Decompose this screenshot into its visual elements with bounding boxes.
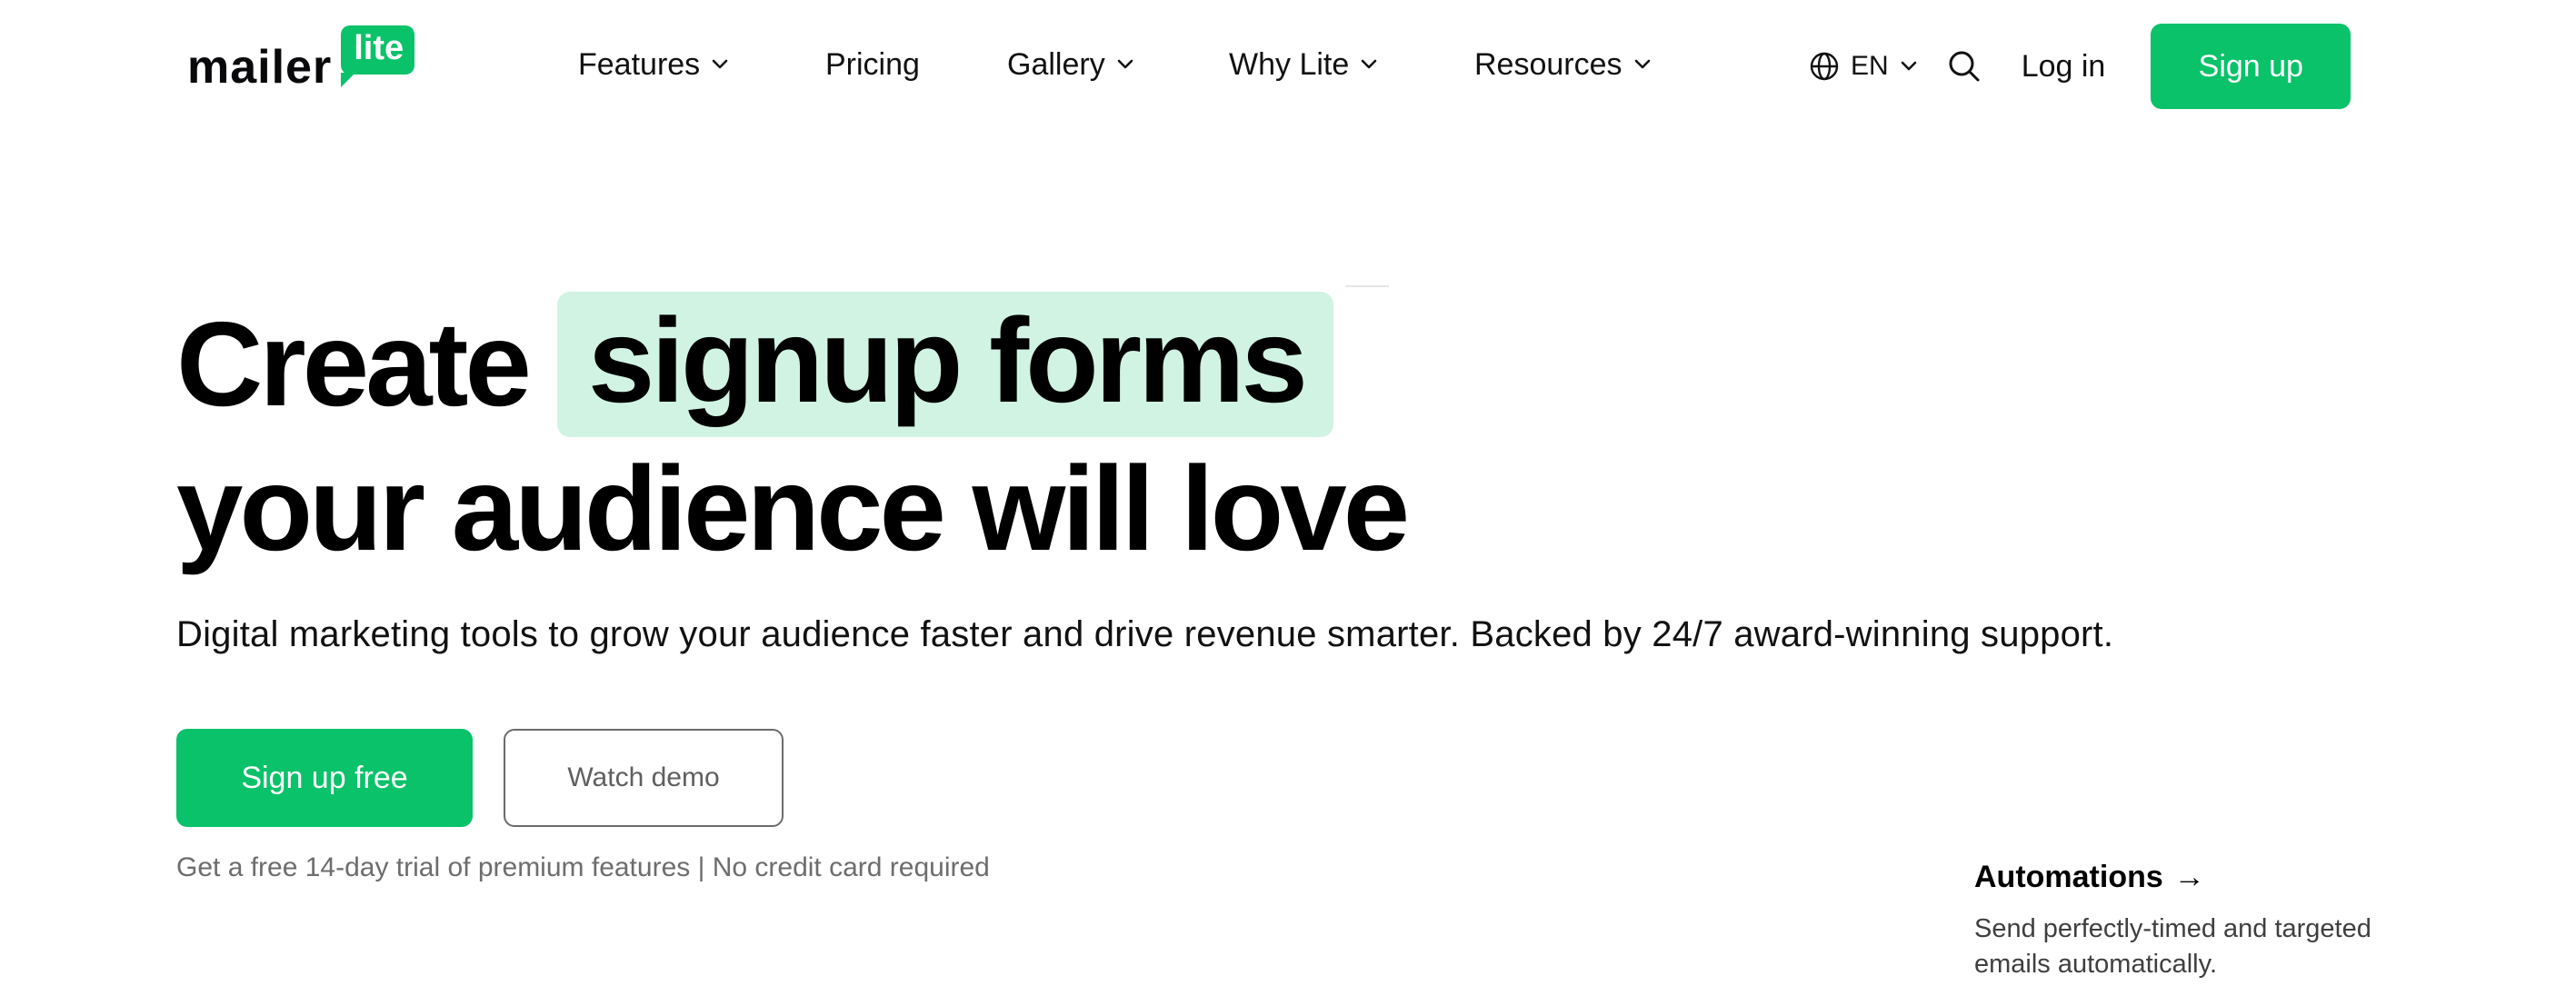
nav-item-label: Resources	[1474, 46, 1622, 82]
search-icon[interactable]	[1947, 49, 1982, 84]
logo-badge: lite	[341, 25, 415, 87]
hero-headline-highlight: signup forms	[556, 292, 1333, 437]
signup-button[interactable]: Sign up	[2151, 24, 2351, 109]
watch-demo-button[interactable]: Watch demo	[504, 729, 784, 827]
chevron-down-icon	[1633, 58, 1652, 71]
feature-card-automations: Automations → Send perfectly-timed and t…	[1974, 860, 2411, 982]
sign-up-free-button[interactable]: Sign up free	[176, 729, 473, 827]
logo-wordmark: mailer	[187, 41, 333, 94]
hero-headline-prefix: Create	[176, 297, 532, 431]
arrow-right-icon: →	[2173, 860, 2205, 894]
nav-item-label: Pricing	[825, 46, 920, 82]
nav-item-label: Gallery	[1007, 46, 1105, 82]
hero-headline-line2: your audience will love	[176, 442, 1410, 575]
feature-description: Send perfectly-timed and targeted emails…	[1974, 914, 2371, 979]
mailerlite-logo[interactable]: mailer lite	[187, 25, 415, 94]
nav-item-label: Why Lite	[1229, 46, 1350, 82]
nav-item-pricing[interactable]: Pricing	[825, 47, 1007, 83]
nav-item-gallery[interactable]: Gallery	[1007, 47, 1229, 83]
chevron-down-icon	[711, 58, 729, 71]
trial-note: Get a free 14-day trial of premium featu…	[176, 852, 990, 882]
hero-subtitle: Digital marketing tools to grow your aud…	[176, 614, 2114, 654]
nav-item-resources[interactable]: Resources	[1474, 47, 1652, 83]
page: mailer lite Features Pricing Gallery Why…	[0, 0, 2576, 996]
hero-headline-line1: Create signup forms	[176, 287, 1333, 442]
decorative-divider	[1345, 285, 1389, 287]
header-actions: EN Log in Sign up	[1809, 24, 2351, 109]
feature-title: Automations	[1974, 860, 2163, 894]
nav-item-label: Features	[578, 46, 701, 82]
nav-item-features[interactable]: Features	[578, 47, 825, 83]
main-nav: Features Pricing Gallery Why Lite Resour…	[578, 42, 1652, 87]
feature-title-link[interactable]: Automations →	[1974, 860, 2411, 895]
globe-icon	[1809, 51, 1840, 82]
chevron-down-icon	[1360, 58, 1378, 71]
language-label: EN	[1851, 51, 1889, 81]
nav-item-why-lite[interactable]: Why Lite	[1229, 47, 1474, 83]
language-selector[interactable]: EN	[1809, 51, 1918, 82]
chevron-down-icon	[1900, 60, 1918, 73]
chevron-down-icon	[1116, 58, 1134, 71]
login-link[interactable]: Log in	[2022, 49, 2106, 85]
